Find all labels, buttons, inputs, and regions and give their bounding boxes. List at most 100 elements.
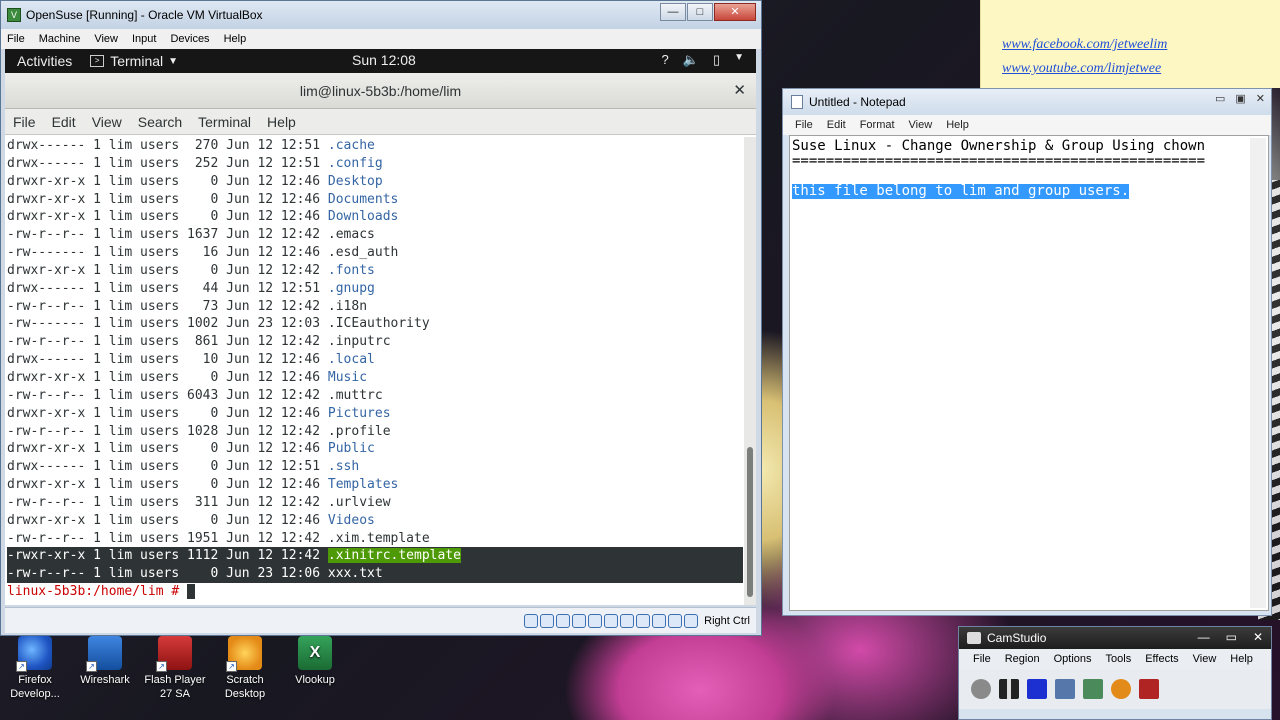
- audio-icon[interactable]: [556, 614, 571, 628]
- terminal-listing-line: -rw-r--r-- 1 lim users 311 Jun 12 12:42 …: [7, 494, 743, 512]
- file-name: Pictures: [327, 405, 391, 421]
- notepad-titlebar[interactable]: Untitled - Notepad: [783, 89, 1271, 115]
- terminal-listing-line: -rw-r--r-- 1 lim users 1028 Jun 12 12:42…: [7, 423, 743, 441]
- desktop-icon-firefox[interactable]: ↗ Firefox Develop...: [2, 636, 68, 701]
- cpu-icon[interactable]: [652, 614, 667, 628]
- activities-button[interactable]: Activities: [17, 53, 72, 69]
- desktop-icon-vlookup[interactable]: X Vlookup: [282, 636, 348, 687]
- terminal-menu-help[interactable]: Help: [267, 114, 296, 130]
- terminal-menu-edit[interactable]: Edit: [52, 114, 76, 130]
- virtualbox-window: V OpenSuse [Running] - Oracle VM Virtual…: [0, 0, 762, 636]
- file-metadata: drwxr-xr-x 1 lim users 0 Jun 12 12:42: [7, 262, 328, 278]
- desktop-icon-label: Firefox Develop...: [10, 674, 60, 700]
- terminal-listing-line: drwxr-xr-x 1 lim users 0 Jun 12 12:46 Pi…: [7, 405, 743, 423]
- camstudio-menu-effects[interactable]: Effects: [1145, 653, 1178, 665]
- pause-button[interactable]: [999, 679, 1019, 699]
- gnome-top-bar: Activities > Terminal ▼ Sun 12:08 ? 🔈 ▯ …: [5, 49, 756, 73]
- terminal-menu-file[interactable]: File: [13, 114, 36, 130]
- maximize-button[interactable]: ▣: [1235, 92, 1245, 105]
- desktop-icon-label: Flash Player 27 SA: [144, 674, 206, 700]
- camstudio-menu-region[interactable]: Region: [1005, 653, 1040, 665]
- file-name: .urlview: [327, 494, 391, 510]
- notepad-menu-file[interactable]: File: [795, 119, 813, 131]
- close-button[interactable]: ✕: [714, 3, 756, 21]
- usb-icon[interactable]: [588, 614, 603, 628]
- minimize-button[interactable]: ▭: [1215, 92, 1225, 105]
- camstudio-title: CamStudio: [987, 631, 1047, 645]
- record-button[interactable]: [971, 679, 991, 699]
- camstudio-menu-file[interactable]: File: [973, 653, 991, 665]
- terminal-titlebar[interactable]: lim@linux-5b3b:/home/lim ✕: [5, 73, 756, 109]
- display-icon[interactable]: [620, 614, 635, 628]
- file-metadata: drwxr-xr-x 1 lim users 0 Jun 12 12:46: [7, 477, 328, 493]
- desktop-icon-flash-player[interactable]: ↗ Flash Player 27 SA: [142, 636, 208, 701]
- notepad-icon: [791, 95, 803, 109]
- vbox-menu-devices[interactable]: Devices: [170, 33, 209, 45]
- effects-icon[interactable]: [1111, 679, 1131, 699]
- terminal-menu-view[interactable]: View: [92, 114, 122, 130]
- close-button[interactable]: ✕: [1256, 92, 1265, 105]
- file-name: xxx.txt: [327, 566, 383, 582]
- youtube-link[interactable]: www.youtube.com/limjetwee: [1002, 61, 1161, 77]
- hard-disk-icon[interactable]: [524, 614, 539, 628]
- desktop-icon-scratch[interactable]: ↗ Scratch Desktop: [212, 636, 278, 701]
- notepad-menu-format[interactable]: Format: [860, 119, 895, 131]
- facebook-link[interactable]: www.facebook.com/jetweelim: [1002, 37, 1167, 53]
- vbox-statusbar: Right Ctrl: [5, 607, 756, 633]
- close-icon[interactable]: ✕: [733, 73, 746, 109]
- desktop-icon-label: Vlookup: [295, 674, 335, 686]
- camstudio-menu-view[interactable]: View: [1193, 653, 1217, 665]
- terminal-listing-line: -rwxr-xr-x 1 lim users 1112 Jun 12 12:42…: [7, 547, 743, 566]
- terminal-output[interactable]: drwx------ 1 lim users 270 Jun 12 12:51 …: [7, 137, 743, 607]
- camstudio-menu-options[interactable]: Options: [1054, 653, 1092, 665]
- vbox-menu-view[interactable]: View: [94, 33, 118, 45]
- shared-folder-icon[interactable]: [604, 614, 619, 628]
- terminal-scrollbar[interactable]: [744, 137, 756, 605]
- stop-button[interactable]: [1027, 679, 1047, 699]
- file-metadata: -rw-r--r-- 1 lim users 311 Jun 12 12:42: [7, 494, 328, 510]
- notepad-menu-view[interactable]: View: [909, 119, 933, 131]
- minimize-button[interactable]: —: [1198, 630, 1210, 644]
- notepad-text-area[interactable]: Suse Linux - Change Ownership & Group Us…: [789, 135, 1269, 611]
- camstudio-menu-tools[interactable]: Tools: [1106, 653, 1132, 665]
- optical-drive-icon[interactable]: [540, 614, 555, 628]
- vbox-titlebar[interactable]: V OpenSuse [Running] - Oracle VM Virtual…: [1, 1, 761, 29]
- terminal-prompt-line[interactable]: linux-5b3b:/home/lim #: [7, 583, 743, 601]
- terminal-listing-line: -rw-r--r-- 1 lim users 0 Jun 23 12:06 xx…: [7, 565, 743, 584]
- clock[interactable]: Sun 12:08: [352, 52, 416, 68]
- recording-icon[interactable]: [636, 614, 651, 628]
- scrollbar-thumb[interactable]: [747, 447, 753, 597]
- annotation-icon[interactable]: [1139, 679, 1159, 699]
- terminal-listing-line: drwxr-xr-x 1 lim users 0 Jun 12 12:46 Vi…: [7, 512, 743, 530]
- video-options-icon[interactable]: [1083, 679, 1103, 699]
- vbox-menu-input[interactable]: Input: [132, 33, 156, 45]
- maximize-button[interactable]: □: [687, 3, 713, 21]
- terminal-menu-search[interactable]: Search: [138, 114, 182, 130]
- system-tray[interactable]: ? 🔈 ▯ ▼: [662, 52, 744, 68]
- terminal-menu-terminal[interactable]: Terminal: [198, 114, 251, 130]
- vbox-menu-help[interactable]: Help: [224, 33, 247, 45]
- file-metadata: drwxr-xr-x 1 lim users 0 Jun 12 12:46: [7, 441, 328, 457]
- host-key-icon[interactable]: [684, 614, 699, 628]
- camstudio-window: CamStudio — ▭ ✕ File Region Options Tool…: [958, 626, 1272, 720]
- camstudio-menu-help[interactable]: Help: [1230, 653, 1253, 665]
- file-metadata: -rw-r--r-- 1 lim users 0 Jun 23 12:06: [7, 566, 328, 582]
- notepad-title: Untitled - Notepad: [809, 95, 906, 109]
- vbox-menu-machine[interactable]: Machine: [39, 33, 81, 45]
- desktop-icon-wireshark[interactable]: ↗ Wireshark: [72, 636, 138, 687]
- terminal-listing-line: -rw------- 1 lim users 16 Jun 12 12:46 .…: [7, 244, 743, 262]
- minimize-button[interactable]: —: [660, 3, 686, 21]
- mouse-integration-icon[interactable]: [668, 614, 683, 628]
- network-adapter-icon[interactable]: [572, 614, 587, 628]
- region-tool-icon[interactable]: [1055, 679, 1075, 699]
- notepad-menu-help[interactable]: Help: [946, 119, 969, 131]
- terminal-app-menu[interactable]: > Terminal ▼: [90, 53, 178, 69]
- file-name: Documents: [327, 191, 399, 207]
- notepad-scrollbar[interactable]: [1250, 138, 1266, 608]
- file-metadata: drwxr-xr-x 1 lim users 0 Jun 12 12:46: [7, 369, 328, 385]
- maximize-button[interactable]: ▭: [1226, 630, 1237, 644]
- vbox-menu-file[interactable]: File: [7, 33, 25, 45]
- file-metadata: -rw-r--r-- 1 lim users 1951 Jun 12 12:42: [7, 530, 328, 546]
- close-button[interactable]: ✕: [1253, 630, 1263, 644]
- notepad-menu-edit[interactable]: Edit: [827, 119, 846, 131]
